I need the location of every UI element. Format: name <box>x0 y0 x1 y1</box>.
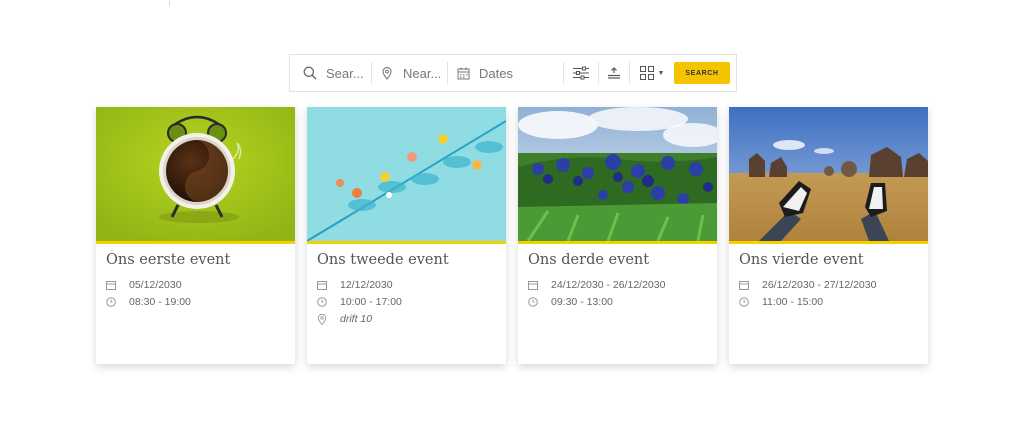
event-location: drift 10 <box>317 313 372 325</box>
event-title[interactable]: Ons vierde event <box>739 252 864 268</box>
event-time: 10:00 - 17:00 <box>317 296 402 308</box>
sort-icon <box>608 67 620 79</box>
search-icon <box>303 66 317 80</box>
dates-field[interactable]: Dates <box>448 55 563 91</box>
event-location-text: drift 10 <box>340 313 373 325</box>
event-date: 05/12/2030 <box>106 279 182 291</box>
event-card[interactable]: Ons eerste event 05/12/2030 08:30 - 19:0… <box>96 107 295 364</box>
event-title[interactable]: Ons eerste event <box>106 252 230 268</box>
location-search-field[interactable]: Near... <box>372 55 447 91</box>
card-accent-bar <box>96 241 295 244</box>
event-image[interactable] <box>96 107 295 241</box>
event-card[interactable]: Ons derde event 24/12/2030 - 26/12/2030 … <box>518 107 717 364</box>
event-time-text: 11:00 - 15:00 <box>762 296 824 308</box>
grid-icon <box>639 66 654 80</box>
event-time: 11:00 - 15:00 <box>739 296 823 308</box>
keyword-placeholder: Sear... <box>326 65 364 81</box>
event-time: 09:30 - 13:00 <box>528 296 613 308</box>
dates-placeholder: Dates <box>479 65 513 81</box>
map-pin-icon <box>317 313 327 325</box>
clock-icon <box>106 297 116 307</box>
map-pin-icon <box>382 66 392 80</box>
event-title[interactable]: Ons tweede event <box>317 252 449 268</box>
sliders-icon <box>573 66 589 80</box>
event-image[interactable] <box>307 107 506 241</box>
card-accent-bar <box>518 241 717 244</box>
top-divider <box>169 0 170 6</box>
event-image[interactable] <box>518 107 717 241</box>
search-bar: Sear... Near... Dates ▼ SEARCH <box>289 54 737 92</box>
keyword-search-field[interactable]: Sear... <box>290 55 371 91</box>
event-date-text: 05/12/2030 <box>129 279 182 291</box>
event-date: 26/12/2030 - 27/12/2030 <box>739 279 876 291</box>
view-toggle[interactable]: ▼ <box>630 55 674 91</box>
event-card[interactable]: Ons vierde event 26/12/2030 - 27/12/2030… <box>729 107 928 364</box>
filters-button[interactable] <box>564 55 598 91</box>
event-time: 08:30 - 19:00 <box>106 296 191 308</box>
calendar-icon <box>317 281 327 290</box>
event-time-text: 10:00 - 17:00 <box>340 296 402 308</box>
calendar-icon <box>457 67 470 79</box>
near-placeholder: Near... <box>403 65 442 81</box>
event-date-text: 26/12/2030 - 27/12/2030 <box>762 279 877 291</box>
clock-icon <box>739 297 749 307</box>
event-card[interactable]: Ons tweede event 12/12/2030 10:00 - 17:0… <box>307 107 506 364</box>
calendar-icon <box>739 281 749 290</box>
search-button[interactable]: SEARCH <box>674 62 730 84</box>
card-accent-bar <box>729 241 928 244</box>
event-date-text: 12/12/2030 <box>340 279 393 291</box>
sort-button[interactable] <box>599 55 629 91</box>
clock-icon <box>317 297 327 307</box>
card-accent-bar <box>307 241 506 244</box>
event-image[interactable] <box>729 107 928 241</box>
event-title[interactable]: Ons derde event <box>528 252 649 268</box>
chevron-down-icon: ▼ <box>657 69 665 77</box>
event-time-text: 09:30 - 13:00 <box>551 296 613 308</box>
event-date: 12/12/2030 <box>317 279 393 291</box>
calendar-icon <box>106 281 116 290</box>
calendar-icon <box>528 281 538 290</box>
event-date-text: 24/12/2030 - 26/12/2030 <box>551 279 666 291</box>
event-date: 24/12/2030 - 26/12/2030 <box>528 279 665 291</box>
event-time-text: 08:30 - 19:00 <box>129 296 191 308</box>
clock-icon <box>528 297 538 307</box>
